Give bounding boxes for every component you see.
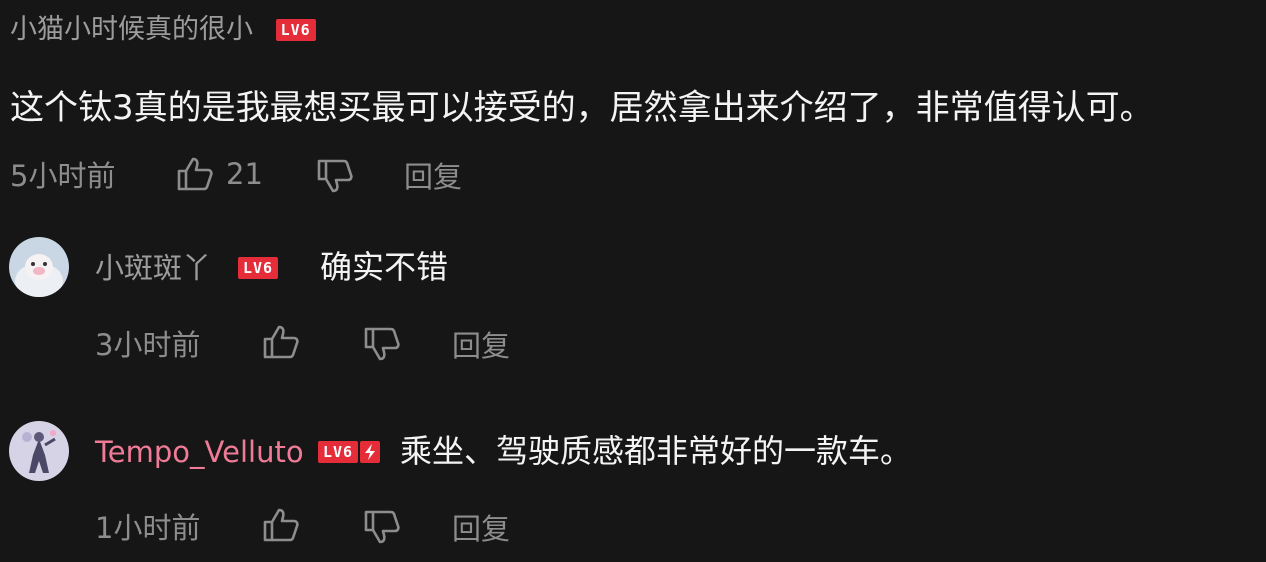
comment-username-row: 小猫小时候真的很小 LV6 xyxy=(10,12,316,48)
comment-username[interactable]: 小猫小时候真的很小 xyxy=(10,14,253,45)
thumbs-up-icon[interactable] xyxy=(262,324,300,360)
reply-button[interactable]: 回复 xyxy=(452,509,510,549)
thumbs-down-icon[interactable] xyxy=(363,326,401,362)
thumbs-up-icon[interactable] xyxy=(176,156,214,192)
thumbs-down-icon[interactable] xyxy=(316,158,354,194)
thumbs-up-icon[interactable] xyxy=(262,507,300,543)
avatar[interactable] xyxy=(9,237,69,297)
like-count: 21 xyxy=(226,157,263,191)
reply-username[interactable]: 小斑斑丫 xyxy=(95,248,211,288)
thumbs-down-icon[interactable] xyxy=(363,509,401,545)
comment-time: 5小时前 xyxy=(10,159,116,193)
reply-content: 乘坐、驾驶质感都非常好的一款车。 xyxy=(400,432,913,470)
comment-content: 这个钛3真的是我最想买最可以接受的，居然拿出来介绍了，非常值得认可。 xyxy=(10,88,1154,128)
avatar[interactable] xyxy=(9,421,69,481)
reply-content: 确实不错 xyxy=(320,248,449,286)
lightning-bolt-icon xyxy=(360,441,381,463)
reply-username[interactable]: Tempo_Velluto xyxy=(95,432,304,472)
level-badge: LV6 xyxy=(318,441,359,463)
level-badge: LV6 xyxy=(238,257,279,279)
reply-button[interactable]: 回复 xyxy=(404,157,462,197)
reply-button[interactable]: 回复 xyxy=(452,326,510,366)
level-badge: LV6 xyxy=(275,19,316,41)
reply-time: 1小时前 xyxy=(95,511,201,545)
reply-time: 3小时前 xyxy=(95,328,201,362)
badge-group: LV6 xyxy=(318,441,381,463)
